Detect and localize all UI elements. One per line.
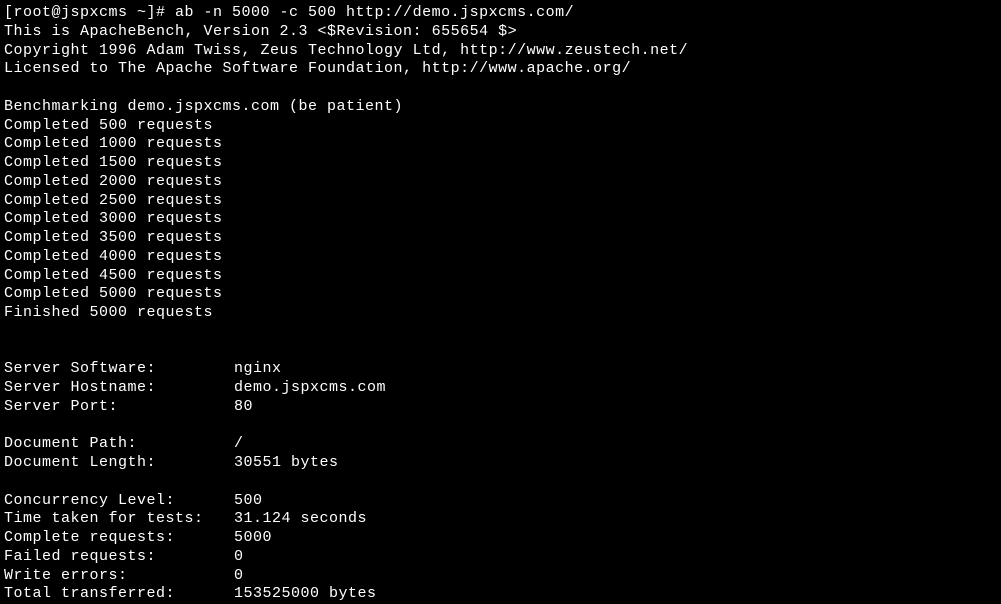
document-path-row: Document Path: / bbox=[4, 435, 997, 454]
blank-line bbox=[4, 342, 997, 361]
server-port-row: Server Port: 80 bbox=[4, 398, 997, 417]
server-hostname-label: Server Hostname: bbox=[4, 379, 234, 398]
ab-copyright-line: Copyright 1996 Adam Twiss, Zeus Technolo… bbox=[4, 42, 997, 61]
blank-line bbox=[4, 417, 997, 436]
progress-line: Completed 4500 requests bbox=[4, 267, 997, 286]
concurrency-label: Concurrency Level: bbox=[4, 492, 234, 511]
total-transferred-row: Total transferred: 153525000 bytes bbox=[4, 585, 997, 604]
time-taken-label: Time taken for tests: bbox=[4, 510, 234, 529]
total-transferred-label: Total transferred: bbox=[4, 585, 234, 604]
time-taken-value: 31.124 seconds bbox=[234, 510, 367, 529]
document-path-value: / bbox=[234, 435, 244, 454]
ab-license-line: Licensed to The Apache Software Foundati… bbox=[4, 60, 997, 79]
server-software-row: Server Software: nginx bbox=[4, 360, 997, 379]
total-transferred-value: 153525000 bytes bbox=[234, 585, 377, 604]
failed-requests-value: 0 bbox=[234, 548, 244, 567]
server-port-value: 80 bbox=[234, 398, 253, 417]
document-length-value: 30551 bytes bbox=[234, 454, 339, 473]
progress-line: Completed 500 requests bbox=[4, 117, 997, 136]
progress-line: Completed 3500 requests bbox=[4, 229, 997, 248]
ab-header-line: This is ApacheBench, Version 2.3 <$Revis… bbox=[4, 23, 997, 42]
progress-line: Completed 3000 requests bbox=[4, 210, 997, 229]
document-path-label: Document Path: bbox=[4, 435, 234, 454]
blank-line bbox=[4, 79, 997, 98]
blank-line bbox=[4, 323, 997, 342]
failed-requests-row: Failed requests: 0 bbox=[4, 548, 997, 567]
finished-line: Finished 5000 requests bbox=[4, 304, 997, 323]
document-length-label: Document Length: bbox=[4, 454, 234, 473]
server-port-label: Server Port: bbox=[4, 398, 234, 417]
server-software-value: nginx bbox=[234, 360, 282, 379]
time-taken-row: Time taken for tests: 31.124 seconds bbox=[4, 510, 997, 529]
concurrency-value: 500 bbox=[234, 492, 263, 511]
benchmarking-line: Benchmarking demo.jspxcms.com (be patien… bbox=[4, 98, 997, 117]
progress-line: Completed 5000 requests bbox=[4, 285, 997, 304]
command-prompt: [root@jspxcms ~]# ab -n 5000 -c 500 http… bbox=[4, 4, 997, 23]
write-errors-label: Write errors: bbox=[4, 567, 234, 586]
write-errors-row: Write errors: 0 bbox=[4, 567, 997, 586]
progress-line: Completed 2500 requests bbox=[4, 192, 997, 211]
progress-line: Completed 1000 requests bbox=[4, 135, 997, 154]
progress-line: Completed 4000 requests bbox=[4, 248, 997, 267]
terminal-output: [root@jspxcms ~]# ab -n 5000 -c 500 http… bbox=[4, 4, 997, 604]
server-software-label: Server Software: bbox=[4, 360, 234, 379]
write-errors-value: 0 bbox=[234, 567, 244, 586]
complete-requests-value: 5000 bbox=[234, 529, 272, 548]
progress-line: Completed 1500 requests bbox=[4, 154, 997, 173]
complete-requests-label: Complete requests: bbox=[4, 529, 234, 548]
server-hostname-row: Server Hostname: demo.jspxcms.com bbox=[4, 379, 997, 398]
concurrency-row: Concurrency Level: 500 bbox=[4, 492, 997, 511]
complete-requests-row: Complete requests: 5000 bbox=[4, 529, 997, 548]
document-length-row: Document Length: 30551 bytes bbox=[4, 454, 997, 473]
server-hostname-value: demo.jspxcms.com bbox=[234, 379, 386, 398]
failed-requests-label: Failed requests: bbox=[4, 548, 234, 567]
progress-line: Completed 2000 requests bbox=[4, 173, 997, 192]
blank-line bbox=[4, 473, 997, 492]
